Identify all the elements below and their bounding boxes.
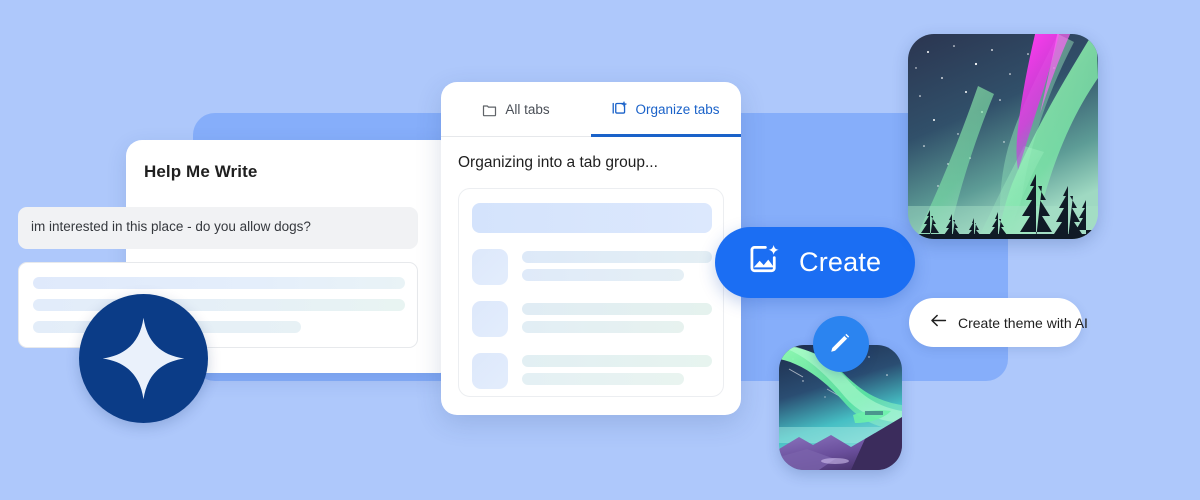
tab-title-placeholder — [522, 355, 712, 367]
skeleton-line — [33, 277, 405, 289]
tab-group-preview-panel — [458, 188, 724, 397]
tab-row[interactable] — [472, 353, 712, 393]
tab-subtitle-placeholder — [522, 321, 684, 333]
tab-subtitle-placeholder — [522, 269, 684, 281]
tab-subtitle-placeholder — [522, 373, 684, 385]
tab-favicon-placeholder — [472, 249, 508, 285]
tab-favicon-placeholder — [472, 301, 508, 337]
create-theme-with-ai-label: Create theme with AI — [958, 314, 1088, 331]
create-button[interactable]: Create — [715, 227, 915, 298]
edit-theme-badge[interactable] — [813, 316, 869, 372]
image-sparkle-icon — [748, 243, 782, 282]
gemini-badge — [79, 294, 208, 423]
arrow-left-icon — [930, 313, 947, 333]
tab-all-tabs-label: All tabs — [505, 101, 550, 117]
pencil-icon — [827, 328, 855, 361]
help-me-write-result-box — [18, 262, 418, 348]
create-theme-with-ai-chip[interactable]: Create theme with AI — [909, 298, 1088, 347]
organizing-status-text: Organizing into a tab group... — [458, 154, 658, 171]
tab-organize-tabs-label: Organize tabs — [635, 101, 720, 117]
organize-tabs-card: All tabs Organize tabs Organizing into a… — [441, 82, 741, 415]
tab-title-placeholder — [522, 303, 712, 315]
tab-organize-tabs[interactable]: Organize tabs — [591, 82, 741, 137]
tab-row[interactable] — [472, 301, 712, 341]
help-me-write-title: Help Me Write — [144, 162, 258, 181]
screenshot-stage: Help Me Write im interested in this plac… — [0, 0, 1200, 500]
new-tab-group-icon — [612, 101, 628, 117]
help-me-write-prompt-value: im interested in this place - do you all… — [31, 219, 311, 234]
aurora-photo[interactable] — [908, 34, 1098, 239]
tab-group-header-placeholder — [472, 203, 712, 233]
tab-favicon-placeholder — [472, 353, 508, 389]
skeleton-line — [33, 299, 405, 311]
tab-bar: All tabs Organize tabs — [441, 82, 741, 137]
create-button-label: Create — [799, 247, 882, 277]
tab-all-tabs[interactable]: All tabs — [441, 82, 591, 136]
tab-group-icon — [482, 102, 497, 117]
tab-title-placeholder — [522, 251, 712, 263]
tab-row[interactable] — [472, 249, 712, 289]
